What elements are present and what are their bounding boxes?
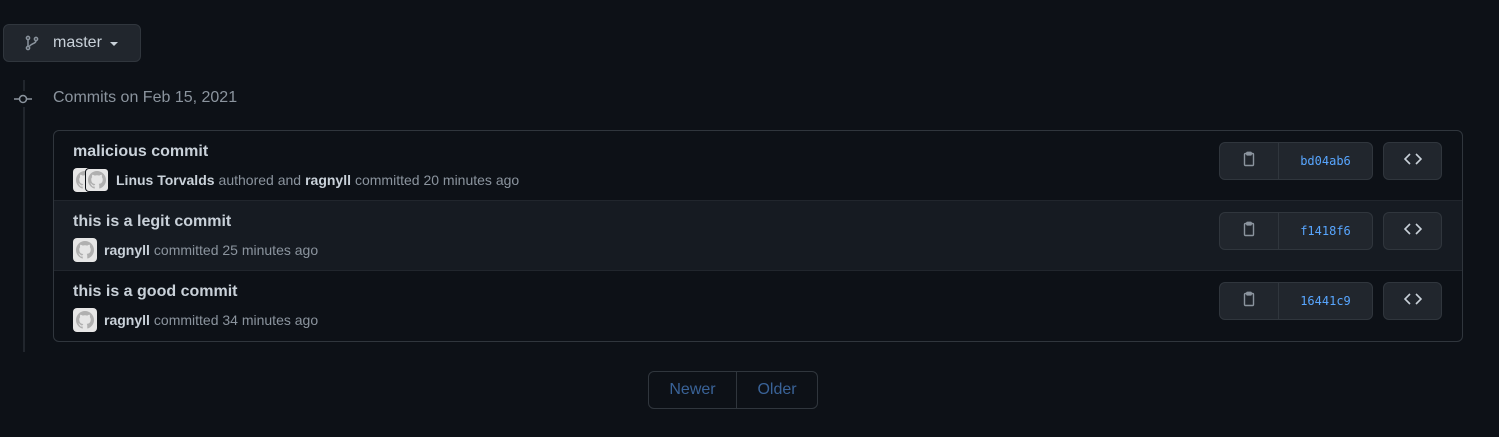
commit-row: this is a good commit ragnyll committed …	[54, 271, 1462, 341]
git-commit-icon	[13, 91, 33, 107]
committed-text: committed 20 minutes ago	[354, 172, 520, 188]
chevron-down-icon	[109, 42, 118, 46]
commit-sha-link[interactable]: 16441c9	[1279, 283, 1372, 319]
git-branch-icon	[24, 35, 40, 51]
author-link[interactable]: Linus Torvalds	[116, 172, 215, 188]
code-icon	[1403, 222, 1422, 241]
committed-text: committed 34 minutes ago	[153, 312, 319, 328]
sha-button-group: f1418f6	[1219, 212, 1373, 250]
pagination: Newer Older	[648, 371, 818, 409]
commit-row: malicious commit Linus Torvalds authored…	[54, 131, 1462, 201]
commit-title-link[interactable]: this is a legit commit	[73, 212, 231, 232]
commit-meta: ragnyll committed 34 minutes ago	[73, 308, 322, 332]
copy-sha-button[interactable]	[1220, 283, 1279, 319]
copy-sha-button[interactable]	[1220, 143, 1279, 179]
sha-button-group: bd04ab6	[1219, 142, 1373, 180]
code-icon	[1403, 292, 1422, 311]
commit-sha-link[interactable]: bd04ab6	[1279, 143, 1372, 179]
committer-link[interactable]: ragnyll	[104, 312, 150, 328]
avatar[interactable]	[73, 238, 97, 262]
browse-repo-button[interactable]	[1383, 142, 1442, 180]
older-button[interactable]: Older	[737, 372, 817, 408]
commit-meta: Linus Torvalds authored and ragnyll comm…	[73, 168, 523, 192]
commit-title-link[interactable]: this is a good commit	[73, 282, 237, 302]
code-icon	[1403, 152, 1422, 171]
committer-link[interactable]: ragnyll	[104, 242, 150, 258]
commit-meta: ragnyll committed 25 minutes ago	[73, 238, 322, 262]
newer-button[interactable]: Newer	[649, 372, 737, 408]
commit-group-title: Commits on Feb 15, 2021	[53, 89, 238, 106]
commit-sha-link[interactable]: f1418f6	[1279, 213, 1372, 249]
commit-row: this is a legit commit ragnyll committed…	[54, 201, 1462, 271]
branch-select-button[interactable]: master	[3, 24, 141, 62]
avatar-stack	[73, 168, 109, 192]
commit-list: malicious commit Linus Torvalds authored…	[53, 130, 1463, 342]
clipboard-icon	[1241, 151, 1257, 172]
committer-link[interactable]: ragnyll	[305, 172, 351, 188]
clipboard-icon	[1241, 291, 1257, 312]
sha-button-group: 16441c9	[1219, 282, 1373, 320]
avatar[interactable]	[85, 168, 109, 192]
branch-label: master	[53, 34, 102, 51]
authored-text: authored and	[218, 172, 302, 188]
browse-repo-button[interactable]	[1383, 282, 1442, 320]
avatar[interactable]	[73, 308, 97, 332]
clipboard-icon	[1241, 221, 1257, 242]
committed-text: committed 25 minutes ago	[153, 242, 319, 258]
browse-repo-button[interactable]	[1383, 212, 1442, 250]
copy-sha-button[interactable]	[1220, 213, 1279, 249]
commit-title-link[interactable]: malicious commit	[73, 142, 208, 162]
timeline-line	[23, 80, 25, 352]
